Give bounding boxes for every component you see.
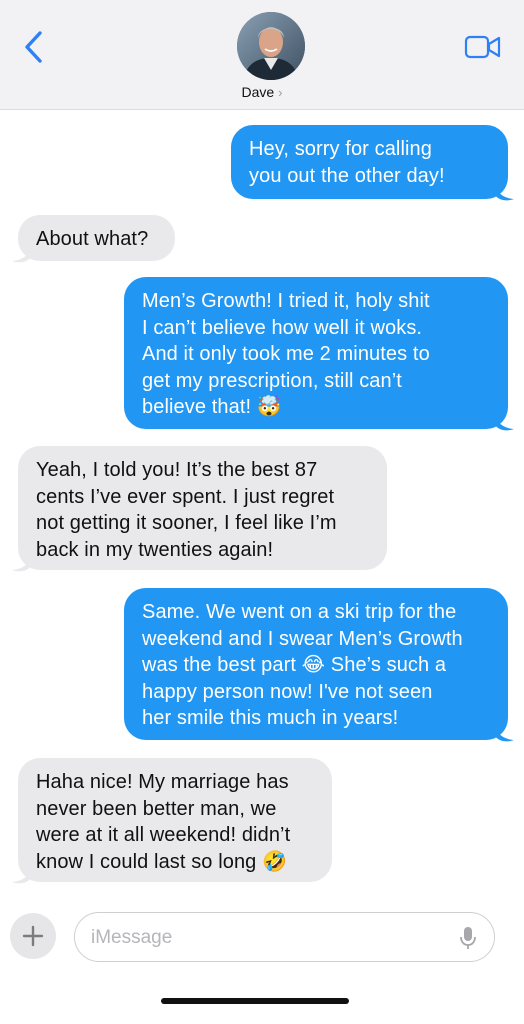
video-camera-icon — [464, 35, 501, 59]
received-bubble-tail — [12, 244, 32, 263]
message-line: Same. We went on a ski trip for the — [142, 601, 457, 623]
message-thread[interactable]: Hey, sorry for calling you out the other… — [0, 110, 524, 900]
message-line: Haha nice! My marriage has — [36, 771, 289, 793]
message-line: cents I’ve ever spent. I just regret — [36, 485, 335, 508]
message-line: I can’t believe how well it woks. — [142, 316, 423, 339]
message-line: About what? — [36, 228, 149, 250]
conversation-header: Dave › — [0, 0, 524, 110]
sent-message-bubble[interactable]: Men’s Growth! I tried it, holy shit I ca… — [124, 277, 508, 429]
message-line: you out the other day! — [249, 164, 445, 187]
message-line: Hey, sorry for calling — [249, 138, 432, 160]
message-line: not getting it sooner, I feel like I’m — [36, 512, 337, 534]
message-line: get my prescription, still can’t — [142, 369, 402, 392]
message-line: were at it all weekend! didn’t — [36, 824, 291, 846]
message-line: her smile this much in years! — [142, 707, 399, 729]
message-line: And it only took me 2 minutes to — [142, 343, 430, 365]
message-line: back in my twenties again! — [36, 538, 274, 561]
imessage-placeholder: iMessage — [91, 927, 173, 948]
home-indicator[interactable] — [161, 998, 349, 1004]
sent-message-bubble[interactable]: Hey, sorry for calling you out the other… — [231, 125, 508, 199]
contact-name: Dave — [241, 84, 275, 100]
chevron-right-icon: › — [278, 85, 283, 100]
sent-bubble-tail — [494, 723, 514, 742]
message-line: happy person now! I've not seen — [142, 680, 433, 703]
received-message-bubble[interactable]: About what? — [18, 215, 175, 261]
message-line: was the best part 😂 She’s such a — [142, 654, 447, 676]
back-button[interactable] — [20, 30, 50, 64]
apps-plus-button[interactable] — [10, 913, 56, 959]
imessage-input[interactable]: iMessage — [74, 912, 495, 962]
facetime-video-button[interactable] — [464, 34, 502, 60]
contact-photo — [237, 12, 305, 80]
received-bubble-tail — [12, 553, 32, 572]
received-message-bubble[interactable]: Haha nice! My marriage has never been be… — [18, 758, 332, 882]
message-composer: iMessage — [0, 905, 524, 1024]
plus-icon — [22, 925, 44, 947]
contact-name-button[interactable]: Dave › — [0, 84, 524, 100]
contact-avatar[interactable] — [237, 12, 305, 80]
received-message-bubble[interactable]: Yeah, I told you! It’s the best 87 cents… — [18, 446, 387, 570]
message-line: Yeah, I told you! It’s the best 87 — [36, 459, 318, 481]
message-line: never been better man, we — [36, 797, 277, 820]
sent-message-bubble[interactable]: Same. We went on a ski trip for the week… — [124, 588, 508, 740]
message-line: weekend and I swear Men’s Growth — [142, 627, 463, 650]
chevron-left-icon — [25, 31, 42, 63]
received-bubble-tail — [12, 865, 32, 884]
microphone-icon[interactable] — [460, 926, 476, 950]
sent-bubble-tail — [494, 412, 514, 431]
message-line: know I could last so long 🤣 — [36, 850, 288, 873]
message-line: Men’s Growth! I tried it, holy shit — [142, 290, 430, 312]
message-line: believe that! 🤯 — [142, 396, 282, 418]
sent-bubble-tail — [494, 182, 514, 201]
